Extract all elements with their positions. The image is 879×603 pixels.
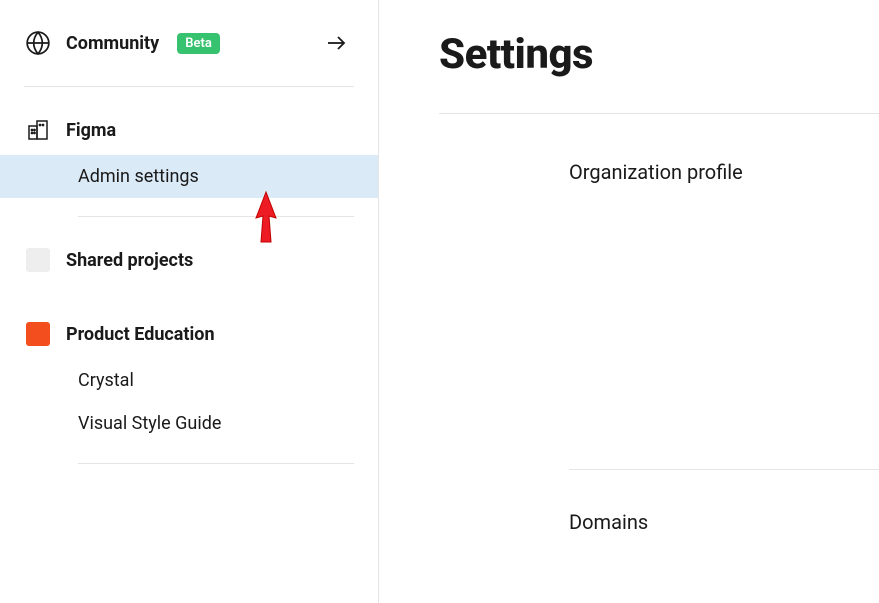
sidebar-label-admin-settings: Admin settings bbox=[78, 166, 199, 187]
sidebar-label-shared-projects: Shared projects bbox=[66, 250, 193, 271]
sidebar-label-community: Community bbox=[66, 33, 159, 54]
sidebar-item-figma[interactable]: Figma bbox=[0, 105, 378, 155]
square-icon-gray bbox=[24, 246, 52, 274]
divider bbox=[78, 216, 354, 217]
building-icon bbox=[24, 116, 52, 144]
sidebar-label-crystal: Crystal bbox=[78, 370, 134, 391]
sidebar-item-product-education[interactable]: Product Education bbox=[0, 309, 378, 359]
beta-badge: Beta bbox=[177, 33, 220, 54]
sidebar-workspace-name: Figma bbox=[66, 120, 116, 141]
sidebar-item-crystal[interactable]: Crystal bbox=[0, 359, 378, 402]
section-heading-domains: Domains bbox=[569, 510, 879, 534]
divider bbox=[439, 113, 879, 114]
sidebar-item-community[interactable]: Community Beta bbox=[0, 18, 378, 68]
divider bbox=[569, 469, 879, 470]
sidebar-item-admin-settings[interactable]: Admin settings bbox=[0, 155, 378, 198]
globe-icon bbox=[24, 29, 52, 57]
divider bbox=[78, 463, 354, 464]
sidebar-label-visual-style-guide: Visual Style Guide bbox=[78, 413, 221, 434]
sidebar-item-shared-projects[interactable]: Shared projects bbox=[0, 235, 378, 285]
section-heading-org-profile: Organization profile bbox=[569, 160, 879, 184]
sidebar: Community Beta Figma Admin setti bbox=[0, 0, 379, 603]
main-content: Settings Organization profile Domains bbox=[379, 0, 879, 603]
page-title: Settings bbox=[439, 30, 879, 79]
square-icon-orange bbox=[24, 320, 52, 348]
divider bbox=[24, 86, 354, 87]
sidebar-item-visual-style-guide[interactable]: Visual Style Guide bbox=[0, 402, 378, 445]
sidebar-label-product-education: Product Education bbox=[66, 324, 215, 345]
arrow-right-icon bbox=[324, 31, 348, 55]
